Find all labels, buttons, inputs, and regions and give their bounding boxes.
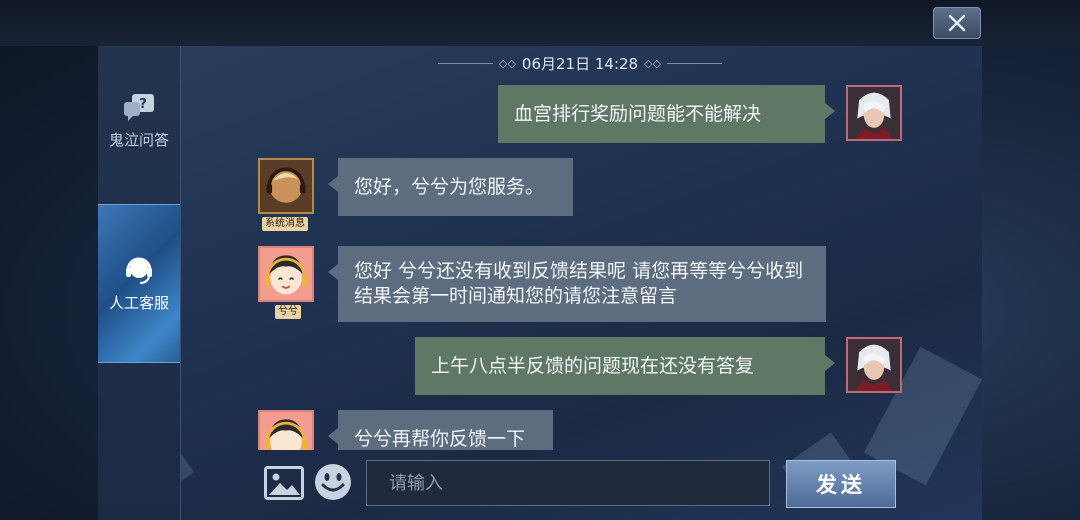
message-text: 兮兮再帮你反馈一下	[354, 427, 526, 450]
message-text: 上午八点半反馈的问题现在还没有答复	[431, 354, 755, 377]
message-list: 血宫排行奖励问题能不能解决 系统消息 您好，兮兮为您服务。 兮兮 您好 兮兮还没…	[180, 46, 982, 450]
agent-portrait-icon	[260, 248, 312, 300]
close-icon	[948, 14, 966, 32]
system-avatar	[258, 158, 314, 214]
player-portrait-icon	[848, 339, 900, 391]
qa-bubble-icon: ?	[124, 93, 154, 121]
send-button[interactable]: 发送	[786, 460, 896, 508]
agent-message-bubble: 兮兮再帮你反馈一下	[328, 410, 553, 450]
top-bar	[0, 0, 1080, 46]
message-text: 您好 兮兮还没有收到反馈结果呢 请您再等等兮兮收到结果会第一时间通知您的请您注意…	[354, 260, 804, 307]
sender-tag: 系统消息	[262, 217, 308, 231]
agent-avatar	[258, 246, 314, 302]
message-text: 您好，兮兮为您服务。	[354, 175, 545, 198]
player-message-bubble: 血宫排行奖励问题能不能解决	[498, 85, 835, 143]
input-bar: 发送	[180, 450, 982, 520]
sender-tag: 兮兮	[275, 305, 301, 319]
sidebar-item-label: 人工客服	[108, 294, 169, 312]
sidebar-item-label: 鬼泣问答	[108, 130, 169, 149]
send-image-button[interactable]	[264, 466, 304, 500]
sidebar-item-customer-service[interactable]: 人工客服	[98, 204, 180, 363]
chat-panel: ? 鬼泣问答 人工客服 ◇◇ 06月21日 14:28 ◇◇ 血宫排行奖励问题能…	[98, 46, 982, 520]
agent-portrait-icon	[260, 412, 312, 450]
system-message-bubble: 您好，兮兮为您服务。	[328, 158, 573, 216]
player-portrait-icon	[848, 87, 900, 139]
svg-text:?: ?	[139, 97, 147, 112]
agent-message-bubble: 您好 兮兮还没有收到反馈结果呢 请您再等等兮兮收到结果会第一时间通知您的请您注意…	[328, 246, 826, 322]
sidebar: ? 鬼泣问答 人工客服	[98, 46, 181, 520]
emoji-button[interactable]	[314, 463, 352, 501]
sidebar-item-qa[interactable]: ? 鬼泣问答	[98, 81, 180, 161]
player-avatar[interactable]	[846, 337, 902, 393]
message-text: 血宫排行奖励问题能不能解决	[514, 102, 762, 125]
agent-avatar	[258, 410, 314, 450]
player-message-bubble: 上午八点半反馈的问题现在还没有答复	[415, 337, 835, 395]
close-button[interactable]	[933, 7, 981, 39]
player-avatar[interactable]	[846, 85, 902, 141]
message-input[interactable]	[366, 460, 770, 506]
system-portrait-icon	[260, 160, 312, 212]
headset-icon	[126, 257, 152, 284]
emoji-icon	[315, 464, 351, 500]
image-icon	[264, 466, 304, 500]
